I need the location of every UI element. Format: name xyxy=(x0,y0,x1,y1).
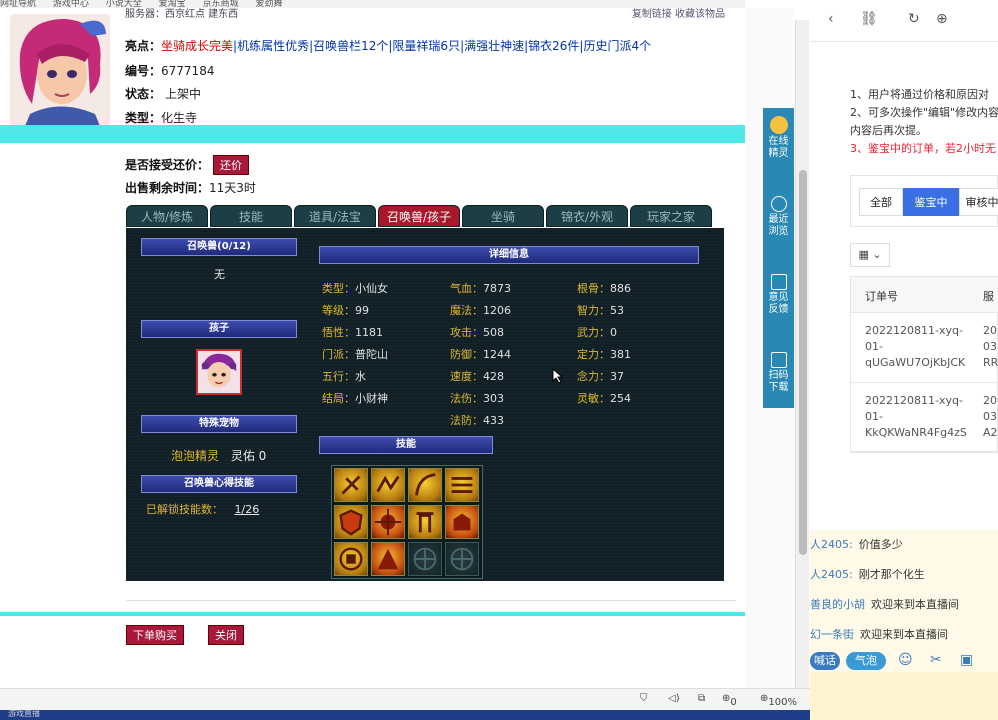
taskbar: 游戏直播 xyxy=(0,710,810,720)
emoji-icon[interactable]: ☺ xyxy=(898,652,913,668)
highlights-row: 亮点：坐骑成长完美|机练属性优秀|召唤兽栏12个|限量祥瑞6只|满强壮神速|锦衣… xyxy=(125,39,652,53)
bookmark-item[interactable]: 爱淘宝 xyxy=(159,0,186,8)
type-row: 类型：化生寺 xyxy=(125,111,198,125)
view-select[interactable]: ▦ ⌄ xyxy=(850,243,890,267)
id-row: 编号：6777184 xyxy=(125,64,215,78)
link-icon[interactable]: ⛓ xyxy=(860,11,878,27)
globe-icon[interactable]: ⊕ xyxy=(936,11,948,27)
filter-box: 全部 鉴宝中 审核中 xyxy=(850,175,998,227)
table-header: 订单号 服 xyxy=(851,277,998,313)
bubble-button[interactable]: 气泡 xyxy=(846,652,886,670)
buy-button[interactable]: 下单购买 xyxy=(126,625,184,645)
filter-reviewing[interactable]: 审核中 xyxy=(959,188,998,216)
image-icon[interactable]: ▣ xyxy=(960,652,973,668)
chat-toolbar: 喊话 气泡 ☺ ✂ ▣ xyxy=(810,650,998,672)
status-value: 上架中 xyxy=(165,87,202,101)
bookmark-item[interactable]: 小说大全 xyxy=(106,0,142,8)
back-icon[interactable]: ‹ xyxy=(828,11,834,27)
scan-icon xyxy=(770,352,787,368)
floating-sidebar: 在线 精灵 最近 浏览 意见 反馈 扫码 下载 xyxy=(763,108,794,408)
clock-icon xyxy=(770,196,787,212)
edit-icon xyxy=(770,274,787,290)
filter-appraising[interactable]: 鉴宝中 xyxy=(903,188,959,216)
bookmark-item[interactable]: 游戏中心 xyxy=(53,0,89,8)
chat-message: 幻一条街 欢迎来到本直播间 xyxy=(810,628,948,641)
browser-statusbar: ⛉ ◁) ⧉ ⊕ 0 ⊕ 100% xyxy=(0,688,810,710)
download-count[interactable]: ⊕ 0 xyxy=(722,693,737,708)
highlight-links[interactable]: |机练属性优秀|召唤兽栏12个|限量祥瑞6只|满强壮神速|锦衣26件|历史门派4… xyxy=(233,39,651,53)
scissors-icon[interactable]: ✂ xyxy=(930,652,942,668)
top-info: 服务器：西京红点 建东西 复制链接 收藏该物品 xyxy=(125,8,725,18)
bookmark-item[interactable]: 爱劲舞 xyxy=(255,0,282,8)
listing-id: 6777184 xyxy=(161,64,215,78)
orders-table: 订单号 服 2022120811-xyq- 01- qUGaWU7OjKbJCK… xyxy=(850,276,998,453)
sidebar-item-sprite[interactable]: 在线 精灵 xyxy=(763,116,794,160)
notice-text: 1、用户将通过价格和原因对 2、可多次操作"编辑"修改内容 内容后再次提。 3、… xyxy=(850,88,998,155)
filter-all[interactable]: 全部 xyxy=(859,188,903,216)
status-row: 状态： 上架中 xyxy=(125,87,202,101)
sound-icon[interactable]: ◁) xyxy=(668,693,680,704)
chat-message: 人2405: 价值多少 xyxy=(810,538,903,551)
screenshot-icon[interactable]: ⧉ xyxy=(698,693,705,704)
gift-area xyxy=(810,672,998,720)
page-scrollbar[interactable] xyxy=(795,20,809,688)
chat-message: 人2405: 刚才那个化生 xyxy=(810,568,925,581)
shout-button[interactable]: 喊话 xyxy=(810,652,840,670)
taskbar-item[interactable]: 游戏直播 xyxy=(8,710,40,719)
bookmark-item[interactable]: 京东商城 xyxy=(203,0,239,8)
stream-overlay-frame xyxy=(0,143,763,616)
table-row[interactable]: 2022120811-xyq- 01- qUGaWU7OjKbJCK 20 03… xyxy=(851,313,998,383)
highlight-link[interactable]: 坐骑成长完美 xyxy=(161,39,233,53)
live-chat: 人2405: 价值多少 人2405: 刚才那个化生 善良的小胡 欢迎来到本直播间 幻一… xyxy=(810,530,998,650)
sidebar-item-feedback[interactable]: 意见 反馈 xyxy=(763,274,794,316)
close-button[interactable]: 关闭 xyxy=(208,625,244,645)
side-browser-toolbar: ‹ ⛓ ↻ ⊕ xyxy=(810,0,998,42)
shield-icon[interactable]: ⛉ xyxy=(640,693,648,704)
refresh-icon[interactable]: ↻ xyxy=(908,11,920,27)
bookmarks-bar: 网址导航 游戏中心 小说大全 爱淘宝 京东商城 爱劲舞 xyxy=(0,0,745,8)
sidebar-item-recent[interactable]: 最近 浏览 xyxy=(763,196,794,238)
table-row[interactable]: 2022120811-xyq- 01- KkQKWaNR4Fg4zS 20 03… xyxy=(851,383,998,453)
scrollbar-thumb[interactable] xyxy=(799,170,807,555)
collect-links[interactable]: 复制链接 收藏该物品 xyxy=(632,8,725,18)
chat-message: 善良的小胡 欢迎来到本直播间 xyxy=(810,598,959,611)
type-value: 化生寺 xyxy=(161,111,198,125)
sidebar-item-download[interactable]: 扫码 下载 xyxy=(763,352,794,394)
sprite-icon xyxy=(769,116,788,134)
bookmark-item[interactable]: 网址导航 xyxy=(0,0,36,8)
character-avatar xyxy=(10,14,110,126)
server-info: 服务器：西京红点 建东西 xyxy=(125,9,239,18)
stream-overlay-band xyxy=(0,125,763,143)
zoom-level[interactable]: ⊕ 100% xyxy=(760,693,797,708)
